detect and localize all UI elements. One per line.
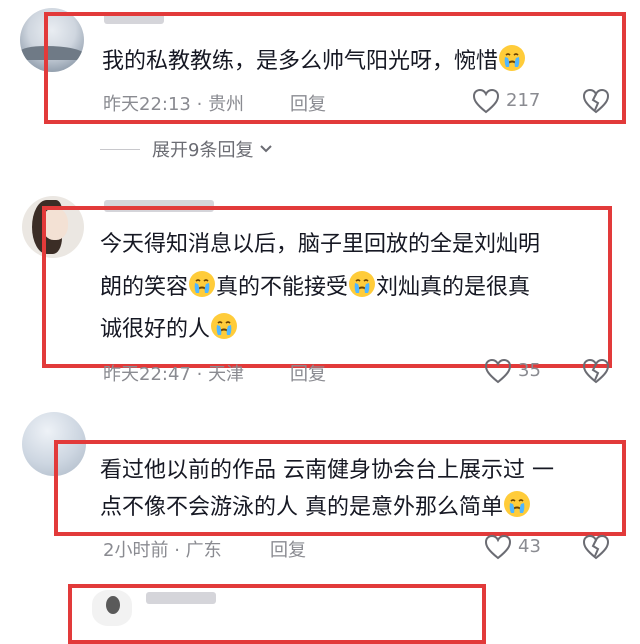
crying-face-emoji-icon: [504, 491, 530, 517]
comment-meta: 2小时前 · 广东: [103, 540, 222, 561]
comment-time: 昨天22:47: [103, 364, 191, 385]
heart-outline-icon[interactable]: [484, 358, 512, 384]
comment-text-line: 诚很好的人: [100, 312, 238, 347]
comment-text-line: 点不像不会游泳的人 真的是意外那么简单: [100, 490, 531, 525]
crying-face-emoji-icon: [189, 271, 216, 297]
comment-text-line: 看过他以前的作品 云南健身协会台上展示过 一: [100, 458, 554, 483]
like-count: 217: [506, 90, 541, 111]
comment-location: 广东: [185, 540, 222, 561]
expand-replies-button[interactable]: 展开9条回复: [100, 136, 275, 162]
reply-button[interactable]: 回复: [290, 90, 326, 116]
crying-face-emoji-icon: [349, 271, 376, 297]
comment-meta: 昨天22:47 · 天津: [103, 364, 245, 385]
highlight-box: [68, 584, 486, 644]
comment-text-line: 朗的笑容 真的不能接受 刘灿真的是很真: [100, 270, 530, 305]
comment-text: 我的私教教练，是多么帅气阳光呀，惋惜: [102, 44, 526, 79]
like-count: 43: [518, 536, 541, 557]
broken-heart-icon[interactable]: [582, 358, 610, 384]
heart-outline-icon[interactable]: [484, 534, 512, 560]
comment-meta: 昨天22:13 · 贵州: [103, 94, 245, 115]
heart-outline-icon[interactable]: [472, 88, 500, 114]
reply-button[interactable]: 回复: [290, 360, 326, 386]
divider: [100, 148, 140, 150]
comment-text-line: 今天得知消息以后，脑子里回放的全是刘灿明: [100, 232, 541, 257]
reply-button[interactable]: 回复: [270, 536, 306, 562]
crying-face-emoji-icon: [499, 45, 526, 71]
crying-face-emoji-icon: [211, 313, 238, 339]
comment-location: 贵州: [208, 94, 245, 115]
comment-time: 2小时前: [103, 540, 169, 561]
like-count: 35: [518, 360, 541, 381]
comment-location: 天津: [208, 364, 245, 385]
broken-heart-icon[interactable]: [582, 534, 610, 560]
broken-heart-icon[interactable]: [582, 88, 610, 114]
chevron-down-icon: [260, 145, 273, 153]
comment-time: 昨天22:13: [103, 94, 191, 115]
